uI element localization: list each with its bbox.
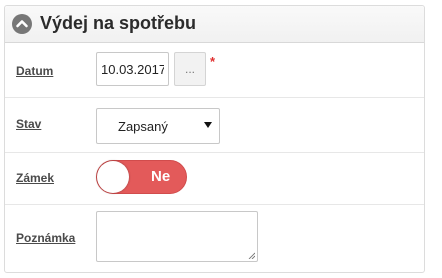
- stav-select[interactable]: Zapsaný: [96, 108, 220, 144]
- resize-grip-icon[interactable]: [248, 252, 255, 259]
- dropdown-caret-icon: [204, 122, 212, 128]
- chevron-up-icon: [16, 20, 28, 28]
- toggle-state-label: Ne: [151, 168, 171, 185]
- stav-label[interactable]: Stav: [16, 117, 41, 131]
- zamek-label[interactable]: Zámek: [16, 171, 54, 185]
- datum-input[interactable]: [96, 52, 169, 86]
- required-indicator: *: [210, 54, 216, 69]
- panel-header: Výdej na spotřebu: [5, 6, 424, 43]
- poznamka-label[interactable]: Poznámka: [16, 231, 75, 245]
- date-picker-button[interactable]: ...: [174, 52, 206, 86]
- form-row-datum: Datum ... *: [5, 43, 424, 98]
- panel-title: Výdej na spotřebu: [40, 13, 197, 33]
- collapse-button[interactable]: [12, 14, 32, 34]
- form-row-zamek: Zámek Ne: [5, 153, 424, 205]
- form-row-poznamka: Poznámka: [5, 205, 424, 274]
- zamek-toggle[interactable]: Ne: [96, 160, 187, 194]
- datum-label[interactable]: Datum: [16, 64, 53, 78]
- stav-selected-value: Zapsaný: [118, 119, 168, 134]
- form-panel: Výdej na spotřebu Datum ... * Stav Zapsa…: [4, 5, 425, 273]
- poznamka-textarea[interactable]: [96, 211, 258, 262]
- form-row-stav: Stav Zapsaný: [5, 98, 424, 153]
- toggle-knob: [97, 161, 129, 193]
